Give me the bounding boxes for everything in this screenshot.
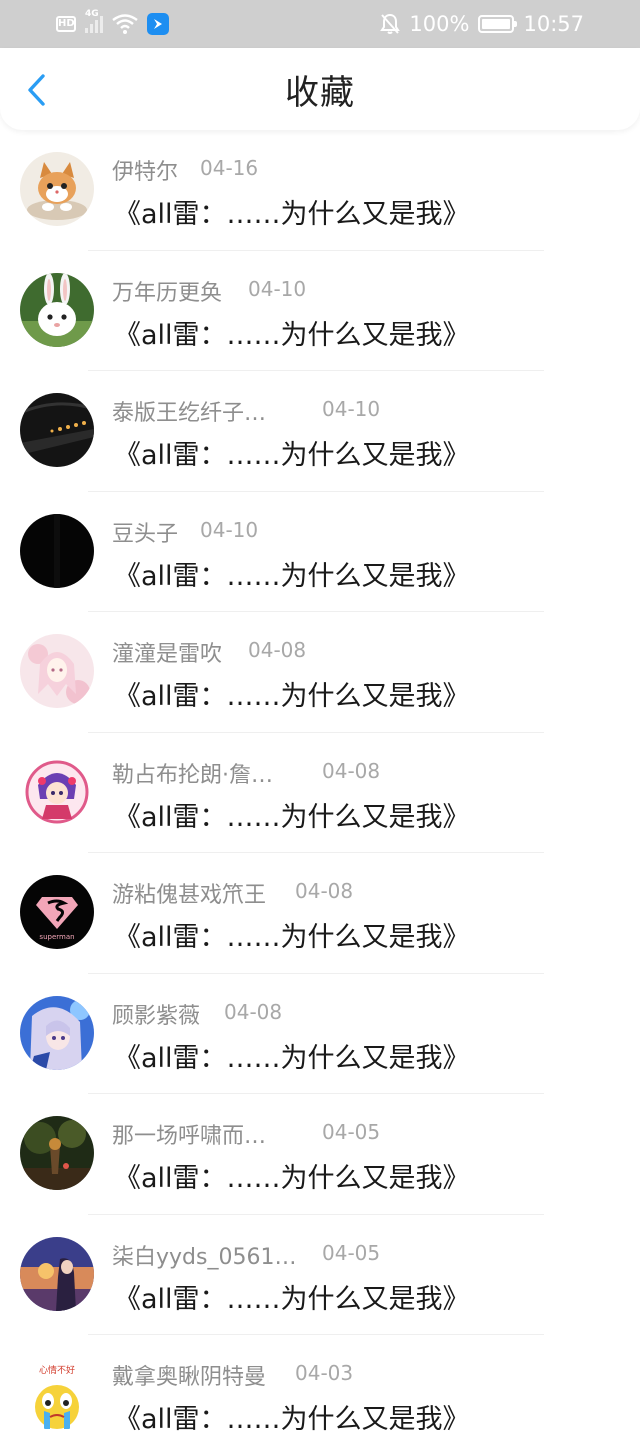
item-message[interactable]: 《all雷：……为什么又是我》 xyxy=(114,1036,470,1075)
forest-avatar[interactable] xyxy=(20,1116,94,1190)
mute-icon xyxy=(380,13,401,34)
tunnel-avatar[interactable] xyxy=(20,393,94,467)
item-message[interactable]: 《all雷：……为什么又是我》 xyxy=(114,554,470,593)
item-date: 04-08 xyxy=(322,758,381,783)
item-date: 04-10 xyxy=(322,397,381,421)
superman-avatar[interactable]: superman xyxy=(20,875,94,949)
list-item[interactable]: 豆头子 04-10 《all雷：……为什么又是我》 xyxy=(0,492,640,612)
item-date: 04-10 xyxy=(248,276,307,301)
item-date: 04-05 xyxy=(322,1240,381,1265)
item-name: 柒白yyds_0561… xyxy=(112,1244,297,1270)
item-message[interactable]: 《all雷：……为什么又是我》 xyxy=(114,674,470,713)
item-date: 04-08 xyxy=(295,879,354,903)
anime-chibi-avatar[interactable] xyxy=(20,754,94,829)
item-name: 泰版王纥纤子… xyxy=(112,401,267,426)
signal-icon: 4G xyxy=(85,9,103,33)
sunset-avatar[interactable] xyxy=(20,1236,94,1311)
list-item[interactable]: 万年历更奂 04-10 《all雷：……为什么又是我》 xyxy=(0,251,640,371)
list-item[interactable]: 柒白yyds_0561… 04-05 《all雷：……为什么又是我》 xyxy=(0,1215,640,1335)
item-date: 04-16 xyxy=(200,156,259,180)
item-message[interactable]: 《all雷：……为什么又是我》 xyxy=(114,1277,470,1316)
battery-percent: 100% xyxy=(409,12,470,36)
kitten-avatar[interactable] xyxy=(20,152,94,226)
item-name: 万年历更奂 xyxy=(112,280,223,306)
item-message[interactable]: 《all雷：……为什么又是我》 xyxy=(114,795,470,834)
superman-text: superman xyxy=(39,933,74,941)
item-message[interactable]: 《all雷：……为什么又是我》 xyxy=(114,1156,470,1195)
anime-blue-avatar[interactable] xyxy=(20,995,94,1070)
item-name: 戴拿奥瞅阴特曼 xyxy=(112,1365,267,1390)
emoji-yellow-avatar[interactable]: 心情不好 xyxy=(20,1357,94,1431)
item-message[interactable]: 《all雷：……为什么又是我》 xyxy=(114,915,470,954)
item-message[interactable]: 《all雷：……为什么又是我》 xyxy=(114,1397,470,1436)
item-date: 04-10 xyxy=(200,517,259,542)
item-name: 游粘傀甚戏笊王 xyxy=(112,883,267,908)
chevron-left-icon xyxy=(28,74,45,106)
item-date: 04-08 xyxy=(224,999,283,1024)
favorites-list: 伊特尔 04-16 《all雷：……为什么又是我》 万年历更奂 04-10 《a… xyxy=(0,130,640,1456)
hd-icon: HD xyxy=(56,16,76,32)
page-title: 收藏 xyxy=(285,72,355,113)
status-bar: HD 4G 100% 10:57 xyxy=(0,0,640,48)
status-bar-right: 100% 10:57 xyxy=(380,12,584,36)
item-name: 豆头子 xyxy=(112,521,179,547)
list-item[interactable]: 那一场呼啸而… 04-05 《all雷：……为什么又是我》 xyxy=(0,1094,640,1215)
item-message[interactable]: 《all雷：……为什么又是我》 xyxy=(114,433,470,472)
list-item[interactable]: 潼潼是雷吹 04-08 《all雷：……为什么又是我》 xyxy=(0,612,640,733)
back-button[interactable] xyxy=(18,70,54,110)
list-item[interactable]: superman 游粘傀甚戏笊王 04-08 《all雷：……为什么又是我》 xyxy=(0,853,640,974)
rabbit-avatar[interactable] xyxy=(20,272,94,347)
header: 收藏 xyxy=(0,48,640,130)
item-name: 伊特尔 xyxy=(112,160,179,185)
anime-pink-avatar[interactable] xyxy=(20,634,94,708)
item-date: 04-05 xyxy=(322,1120,381,1144)
list-item[interactable]: 伊特尔 04-16 《all雷：……为什么又是我》 xyxy=(0,130,640,251)
network-type: 4G xyxy=(85,9,99,19)
item-date: 04-03 xyxy=(295,1361,354,1385)
list-item[interactable]: 勒占布抡朗·詹… 04-08 《all雷：……为什么又是我》 xyxy=(0,733,640,853)
clock: 10:57 xyxy=(523,12,584,36)
item-message[interactable]: 《all雷：……为什么又是我》 xyxy=(114,192,470,231)
black-avatar[interactable] xyxy=(20,513,94,588)
list-item[interactable]: 顾影紫薇 04-08 《all雷：……为什么又是我》 xyxy=(0,974,640,1094)
item-message[interactable]: 《all雷：……为什么又是我》 xyxy=(114,313,470,352)
item-date: 04-08 xyxy=(248,638,307,662)
item-name: 顾影紫薇 xyxy=(112,1003,201,1029)
wifi-icon xyxy=(112,14,138,34)
item-name: 潼潼是雷吹 xyxy=(112,642,223,667)
emoji-caption: 心情不好 xyxy=(39,1364,75,1376)
battery-icon xyxy=(478,15,518,33)
list-item[interactable]: 泰版王纥纤子… 04-10 《all雷：……为什么又是我》 xyxy=(0,371,640,492)
list-item[interactable]: 心情不好 戴拿奥瞅阴特曼 04-03 《all雷：……为什么又是我》 xyxy=(0,1335,640,1456)
item-name: 勒占布抡朗·詹… xyxy=(112,762,273,788)
app-notification-icon xyxy=(147,13,169,35)
item-name: 那一场呼啸而… xyxy=(112,1124,267,1149)
status-bar-left: HD 4G xyxy=(56,9,169,35)
